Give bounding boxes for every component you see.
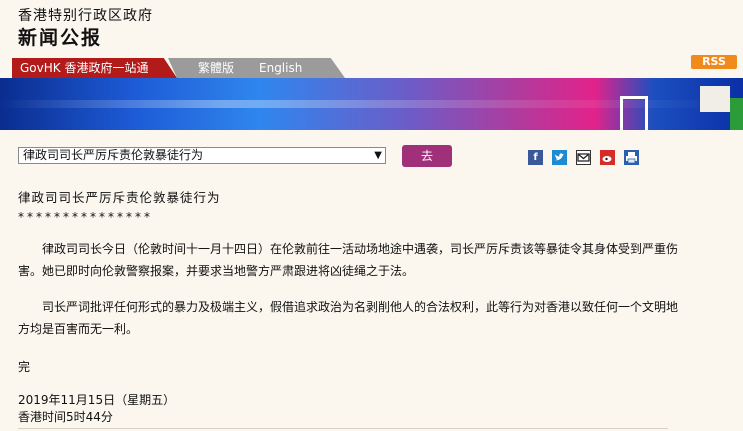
article-title: 律政司司长严厉斥责伦敦暴徒行为	[18, 190, 221, 205]
rss-icon[interactable]: RSS	[691, 55, 737, 69]
facebook-icon[interactable]: f	[528, 150, 543, 165]
paragraph-2: 司长严词批评任何形式的暴力及极端主义，假借追求政治为名剥削他人的合法权利，此等行…	[18, 300, 679, 336]
chevron-down-icon: ▼	[374, 150, 382, 161]
banner-decoration	[700, 86, 730, 112]
release-date: 2019年11月15日（星期五）	[18, 393, 176, 407]
release-time: 香港时间5时44分	[18, 410, 113, 424]
article-select-value: 律政司司长严厉斥责伦敦暴徒行为	[23, 148, 204, 162]
top-nav: GovHK 香港政府一站通 繁體版 English	[0, 56, 743, 78]
go-button[interactable]: 去	[402, 145, 452, 167]
press-release-title: 新闻公报	[18, 27, 103, 49]
end-mark: 完	[18, 360, 31, 374]
banner-image	[0, 78, 743, 130]
gov-title: 香港特别行政区政府	[18, 8, 153, 24]
title-separator: ***************	[18, 210, 153, 224]
print-icon[interactable]	[624, 150, 639, 165]
divider	[18, 428, 668, 429]
english-link[interactable]: English	[243, 58, 345, 78]
banner-decoration	[730, 98, 743, 130]
banner-decoration	[620, 96, 648, 130]
article-body: 律政司司长严厉斥责伦敦暴徒行为 *************** 律政司司长今日（…	[18, 187, 678, 426]
weibo-icon[interactable]	[600, 150, 615, 165]
article-select[interactable]: 律政司司长严厉斥责伦敦暴徒行为 ▼	[18, 147, 386, 164]
site-header: 香港特别行政区政府 新闻公报	[0, 0, 743, 56]
govhk-link[interactable]: GovHK 香港政府一站通	[12, 58, 177, 78]
paragraph-1: 律政司司长今日（伦敦时间十一月十四日）在伦敦前往一活动场地途中遇袭，司长严厉斥责…	[18, 242, 679, 278]
twitter-icon[interactable]	[552, 150, 567, 165]
email-icon[interactable]	[576, 150, 591, 165]
